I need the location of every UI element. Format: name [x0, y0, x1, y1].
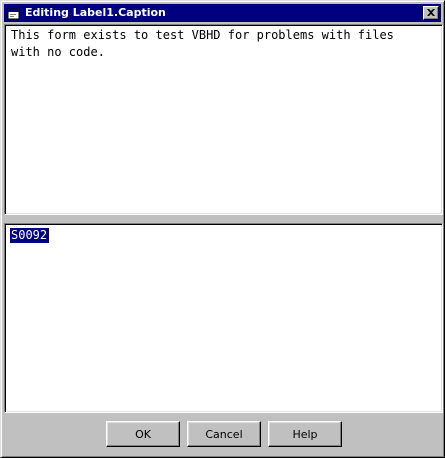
title-bar[interactable]: Editing Label1.Caption [4, 4, 441, 22]
caption-text: This form exists to test VBHD for proble… [11, 28, 394, 59]
window-title: Editing Label1.Caption [25, 6, 166, 19]
edit-caption-dialog: Editing Label1.Caption This form exists … [0, 0, 445, 458]
selected-text: S0092 [10, 228, 50, 243]
close-button[interactable] [423, 6, 439, 20]
pane-splitter[interactable] [4, 215, 443, 223]
ok-button[interactable]: OK [106, 421, 180, 447]
close-icon [427, 9, 435, 16]
value-text-area[interactable]: S0092 [4, 223, 443, 413]
caption-text-area[interactable]: This form exists to test VBHD for proble… [4, 24, 443, 215]
app-window-icon [7, 6, 21, 20]
help-button[interactable]: Help [268, 421, 342, 447]
cancel-button[interactable]: Cancel [187, 421, 261, 447]
